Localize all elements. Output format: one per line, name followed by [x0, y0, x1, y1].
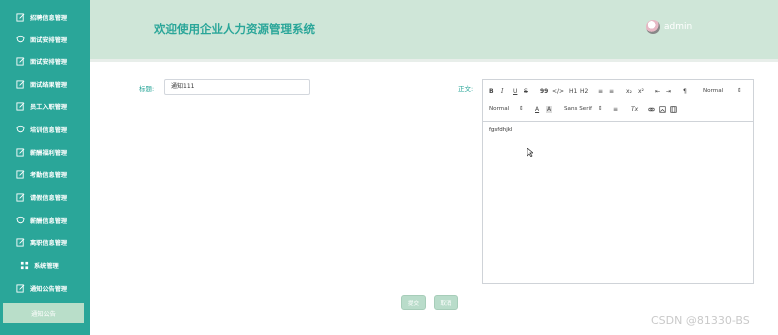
image-button[interactable]	[659, 106, 666, 115]
grid-icon	[20, 261, 29, 269]
sidebar-item-interview-result[interactable]: 面试结果管理	[0, 73, 90, 95]
sidebar: 招聘信息管理 面试安排管理 面试安排管理 面试结果管理 员工入职管理 培训信息管…	[0, 0, 90, 335]
sidebar-item-label: 离职信息管理	[30, 239, 68, 247]
chevron-updown-icon: ⇕	[519, 106, 524, 112]
sidebar-item-resignation[interactable]: 离职信息管理	[0, 231, 90, 253]
edit-icon	[16, 56, 25, 66]
sidebar-item-label: 面试结果管理	[30, 81, 68, 89]
edit-icon	[16, 101, 25, 111]
subscript-button[interactable]: x₂	[626, 88, 632, 95]
content-label: 正文:	[458, 85, 474, 93]
ordered-list-button[interactable]: ≡	[598, 88, 603, 95]
header-divider	[90, 59, 778, 62]
submit-button[interactable]: 提交	[401, 295, 426, 310]
link-icon	[648, 107, 655, 112]
sidebar-item-notice-manage[interactable]: 通知公告管理	[0, 277, 90, 299]
sidebar-item-interview-arrange-1[interactable]: 面试安排管理	[0, 28, 90, 50]
font-color-button[interactable]: A	[535, 106, 539, 113]
edit-icon	[16, 169, 25, 179]
mouse-cursor-icon	[527, 148, 533, 157]
blockquote-button[interactable]: 99	[540, 88, 548, 95]
background-color-button[interactable]: A	[546, 106, 553, 113]
sidebar-item-salary[interactable]: 薪酬信息管理	[0, 209, 90, 231]
sidebar-item-label: 薪酬福利管理	[30, 149, 68, 157]
text-direction-button[interactable]: ¶	[683, 88, 687, 95]
editor-content[interactable]: fgsfdhjkl	[489, 127, 512, 133]
italic-button[interactable]: I	[501, 88, 503, 95]
cancel-button[interactable]: 取消	[434, 295, 458, 310]
indent-button[interactable]: ⇥	[666, 88, 671, 95]
align-button[interactable]: ≡	[613, 106, 618, 113]
title-input[interactable]: 通知111	[164, 79, 310, 95]
sidebar-item-interview-arrange-2[interactable]: 面试安排管理	[0, 50, 90, 72]
title-label: 标题:	[139, 85, 155, 93]
edit-icon	[16, 283, 25, 293]
sidebar-item-label: 通知公告管理	[30, 285, 68, 293]
underline-button[interactable]: U	[513, 88, 517, 95]
strike-button[interactable]: S	[524, 88, 528, 95]
sidebar-item-label: 通知公告	[31, 310, 56, 318]
header2-button[interactable]: H2	[580, 88, 588, 95]
bullet-list-button[interactable]: ≡	[609, 88, 614, 95]
outdent-button[interactable]: ⇤	[655, 88, 660, 95]
sidebar-item-system[interactable]: 系统管理	[0, 254, 90, 276]
video-button[interactable]	[670, 106, 677, 115]
edit-icon	[16, 237, 25, 247]
superscript-button[interactable]: x²	[638, 88, 644, 95]
sidebar-item-attendance[interactable]: 考勤信息管理	[0, 163, 90, 185]
edit-icon	[16, 192, 25, 202]
page-title: 欢迎使用企业人力资源管理系统	[154, 22, 315, 36]
sidebar-item-label: 员工入职管理	[30, 103, 68, 111]
link-button[interactable]	[648, 106, 655, 115]
chevron-updown-icon: ⇕	[597, 106, 603, 112]
sidebar-item-label: 薪酬信息管理	[30, 217, 68, 225]
sidebar-item-recruitment[interactable]: 招聘信息管理	[0, 6, 90, 28]
sidebar-item-onboarding[interactable]: 员工入职管理	[0, 95, 90, 117]
sidebar-item-label: 面试安排管理	[30, 58, 68, 66]
avatar[interactable]	[646, 20, 660, 34]
sidebar-item-label: 招聘信息管理	[30, 14, 68, 22]
chevron-updown-icon: ⇕	[737, 88, 742, 94]
watermark: CSDN @81330-BS	[651, 314, 750, 327]
edit-icon	[16, 79, 25, 89]
font-picker-value: Sans Serif	[564, 106, 593, 112]
username[interactable]: admin	[664, 22, 692, 32]
editor-toolbar: B I U S 99 </> H1 H2 ≡ ≡ x₂ x² ⇤ ⇥ ¶ Nor…	[483, 80, 753, 122]
clean-format-button[interactable]: Tx	[631, 106, 638, 113]
header-picker[interactable]: Normal ⇕	[489, 106, 524, 112]
font-picker[interactable]: Sans Serif ⇕	[564, 106, 603, 112]
size-picker-value: Normal	[703, 88, 724, 94]
edit-icon	[16, 12, 25, 22]
sidebar-item-welfare[interactable]: 薪酬福利管理	[0, 141, 90, 163]
image-icon	[659, 106, 666, 113]
sidebar-item-label: 考勤信息管理	[30, 171, 68, 179]
sidebar-item-label: 请假信息管理	[30, 194, 68, 202]
sidebar-item-notice[interactable]: 通知公告	[3, 303, 84, 323]
sidebar-item-training[interactable]: 培训信息管理	[0, 118, 90, 140]
sidebar-item-leave[interactable]: 请假信息管理	[0, 186, 90, 208]
video-icon	[670, 106, 677, 113]
rich-text-editor[interactable]: B I U S 99 </> H1 H2 ≡ ≡ x₂ x² ⇤ ⇥ ¶ Nor…	[482, 79, 754, 284]
sidebar-item-label: 系统管理	[34, 262, 59, 270]
code-block-button[interactable]: </>	[552, 88, 564, 95]
sidebar-item-label: 培训信息管理	[30, 126, 68, 134]
sidebar-item-label: 面试安排管理	[30, 36, 68, 44]
bold-button[interactable]: B	[489, 88, 494, 95]
shield-icon	[16, 216, 25, 223]
shield-icon	[16, 125, 25, 132]
edit-icon	[16, 147, 25, 157]
header1-button[interactable]: H1	[569, 88, 577, 95]
header-picker-value: Normal	[489, 106, 510, 112]
size-picker[interactable]: Normal ⇕	[703, 88, 742, 94]
shield-icon	[16, 35, 25, 42]
